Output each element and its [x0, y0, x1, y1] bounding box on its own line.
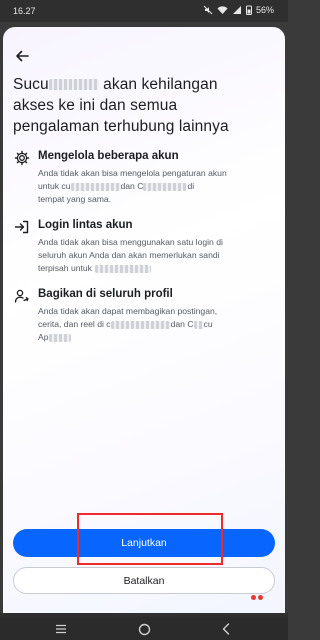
chevron-left-icon — [222, 623, 230, 635]
redacted-name — [193, 320, 204, 329]
item-description: Anda tidak akan dapat membagikan posting… — [38, 306, 218, 342]
cancel-button[interactable]: Batalkan — [13, 567, 275, 594]
redacted-name — [70, 182, 121, 191]
login-arrow-icon — [13, 218, 31, 236]
signal-icon — [232, 5, 242, 15]
loading-dots — [251, 595, 263, 600]
gear-icon — [13, 149, 31, 167]
item-description: Anda tidak akan bisa menggunakan satu lo… — [38, 237, 223, 273]
title-line-2: akses ke ini dan semua — [13, 97, 178, 114]
redacted-name — [110, 320, 171, 329]
wifi-icon — [217, 5, 228, 15]
title-line-3: pengalaman terhubung lainnya — [13, 118, 229, 135]
continue-button[interactable]: Lanjutkan — [13, 529, 275, 557]
status-time: 16.27 — [13, 6, 36, 16]
redacted-name — [94, 264, 151, 273]
item-heading: Bagikan di seluruh profil — [38, 288, 173, 300]
account-center-sheet: Sucu akan kehilangan akses ke ini dan se… — [3, 27, 285, 613]
arrow-left-icon — [16, 50, 29, 62]
back-nav-button[interactable] — [218, 621, 234, 637]
title-line-1: Sucu akan kehilangan — [13, 76, 218, 93]
redacted-name — [48, 333, 71, 342]
home-circle-icon — [138, 623, 150, 635]
redacted-name — [48, 79, 99, 91]
person-share-icon — [13, 287, 31, 305]
item-description: Anda tidak akan bisa mengelola pengatura… — [38, 168, 227, 204]
item-heading: Mengelola beberapa akun — [38, 150, 179, 162]
item-heading: Login lintas akun — [38, 219, 133, 231]
redacted-name — [143, 182, 188, 191]
page-title: Sucu akan kehilangan akses ke ini dan se… — [13, 74, 277, 137]
system-nav-bar — [0, 617, 288, 640]
status-bar: 16.27 56% — [0, 0, 288, 22]
back-button[interactable] — [12, 46, 32, 66]
home-button[interactable] — [136, 621, 152, 637]
battery-icon — [245, 5, 252, 15]
status-icons: 56% — [203, 5, 274, 15]
mute-icon — [203, 5, 213, 15]
recent-apps-button[interactable] — [53, 621, 69, 637]
recents-icon — [56, 624, 66, 634]
battery-percent: 56% — [255, 5, 274, 15]
